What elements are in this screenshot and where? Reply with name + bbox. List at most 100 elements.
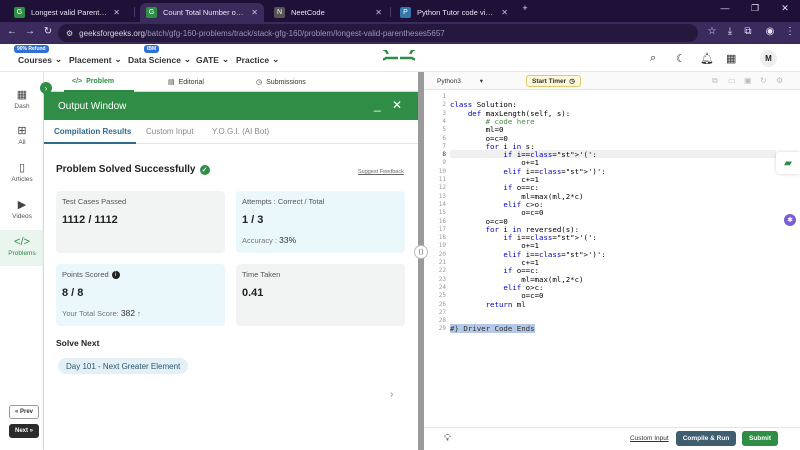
rail-item-problems[interactable]: </> Problems (0, 230, 44, 266)
rail-item-videos[interactable]: ▶ Videos (0, 198, 44, 228)
close-tab-icon[interactable]: ✕ (501, 8, 508, 17)
maximize-icon[interactable]: ❐ (740, 3, 770, 14)
url-input[interactable]: ⚙ geeksforgeeks.org/batch/gfg-160-proble… (58, 24, 698, 42)
solve-next-heading: Solve Next (56, 338, 100, 348)
copy-icon[interactable]: ⧉ (712, 76, 718, 86)
dark-mode-icon[interactable]: ☾ (676, 52, 686, 65)
gfg-favicon-icon: G (146, 7, 157, 18)
bookmark-star-icon[interactable]: ☆ (704, 26, 720, 37)
notification-bell-icon[interactable]: 🔔︎ (700, 52, 714, 65)
check-circle-icon: ✓ (199, 164, 210, 175)
line-number: 9 (442, 159, 446, 167)
line-number: 28 (438, 317, 446, 325)
chevron-down-icon: ▾ (479, 78, 483, 85)
minimize-icon[interactable]: — (710, 3, 740, 13)
submit-button[interactable]: Submit (742, 431, 778, 446)
line-number: 12 (438, 184, 446, 192)
paste-icon[interactable]: ▭ (728, 76, 736, 85)
tab-divider (390, 7, 391, 17)
output-window: Output Window _ ✕ Compilation Results Cu… (44, 92, 418, 450)
points-label: Points Scored (62, 270, 109, 279)
menu-icon[interactable]: ⋮ (782, 26, 798, 37)
suggest-feedback-link[interactable]: Suggest Feedback (358, 169, 404, 175)
profile-icon[interactable]: ◉ (762, 26, 778, 37)
nav-practice[interactable]: Practice ⌄ (236, 54, 279, 65)
apps-grid-icon[interactable]: ▦ (726, 52, 736, 65)
output-tabs: Compilation Results Custom Input Y.O.G.I… (44, 120, 418, 144)
line-number: 10 (438, 167, 446, 175)
tab-submissions[interactable]: ◷ Submissions (256, 78, 306, 87)
browser-tab-2[interactable]: G Count Total Number of Colored ✕ (140, 3, 264, 22)
points-card: Points Scored i 8 / 8 Your Total Score: … (56, 264, 225, 326)
format-icon[interactable]: ▣ (744, 76, 752, 85)
browser-tab-4[interactable]: P Python Tutor code visualizer: V ✕ (394, 3, 514, 22)
nav-gate[interactable]: GATE ⌄ (196, 54, 229, 65)
expand-panel-icon[interactable]: › (40, 82, 52, 94)
output-window-header: Output Window _ ✕ (44, 92, 418, 120)
total-score-row: Your Total Score: 382 ↑ (62, 308, 141, 318)
rail-item-dash[interactable]: ▦ Dash (0, 88, 44, 118)
site-info-icon[interactable]: ⚙ (66, 29, 73, 38)
line-number: 25 (438, 292, 446, 300)
chevron-right-icon[interactable]: › (390, 389, 393, 400)
output-window-title: Output Window (58, 101, 127, 112)
new-tab-button[interactable]: + (510, 3, 540, 13)
browser-tab-title: Count Total Number of Colored (163, 8, 246, 17)
start-timer-button[interactable]: Start Timer ◷ (526, 75, 581, 87)
nav-courses[interactable]: Courses ⌄ (18, 54, 62, 65)
custom-input-link[interactable]: Custom Input (630, 435, 669, 442)
card-label: Test Cases Passed (62, 197, 127, 206)
nav-data-science[interactable]: Data Science ⌄ (128, 54, 191, 65)
close-tab-icon[interactable]: ✕ (113, 8, 120, 17)
close-tab-icon[interactable]: ✕ (375, 8, 382, 17)
lightbulb-icon[interactable]: 💡︎ (444, 433, 451, 444)
card-value: 8 / 8 (62, 287, 84, 299)
tab-editorial[interactable]: ▤ Editorial (168, 78, 204, 87)
prev-button[interactable]: « Prev (9, 405, 39, 419)
line-number: 17 (438, 225, 446, 233)
forward-icon[interactable]: → (22, 26, 38, 37)
video-icon: ▶ (17, 199, 27, 211)
download-icon[interactable]: ⤓ (722, 26, 738, 37)
gfg-logo[interactable] (383, 50, 415, 66)
compile-run-button[interactable]: Compile & Run (676, 431, 736, 446)
extensions-icon[interactable]: ⧉ (740, 26, 756, 37)
rail-item-articles[interactable]: ▯ Articles (0, 161, 44, 191)
resize-handle-icon[interactable]: ⟨⟩ (414, 245, 428, 259)
code-editor[interactable]: class Solution: def maxLength(self, s): … (450, 90, 750, 430)
data-science-badge: IBM (144, 45, 160, 53)
close-icon[interactable]: ✕ (392, 98, 402, 112)
line-number: 15 (438, 209, 446, 217)
minimize-icon[interactable]: _ (374, 98, 381, 112)
ai-assistant-icon[interactable]: ✱ (784, 214, 796, 226)
tab-custom-input[interactable]: Custom Input (146, 127, 194, 136)
close-window-icon[interactable]: ✕ (770, 3, 800, 14)
book-icon: ▯ (18, 162, 26, 174)
language-select[interactable]: Python3 ▾ (432, 75, 488, 87)
reload-icon[interactable]: ↻ (40, 26, 56, 37)
avatar[interactable]: M (760, 50, 777, 67)
browser-tab-1[interactable]: G Longest valid Parentheses | Pra ✕ (8, 3, 126, 22)
tab-compilation-results[interactable]: Compilation Results (54, 127, 131, 136)
tab-yogi-ai-bot[interactable]: Y.O.G.I. (AI Bot) (212, 127, 269, 136)
back-icon[interactable]: ← (4, 26, 20, 37)
total-score-label: Your Total Score: (62, 309, 119, 318)
reset-icon[interactable]: ↻ (760, 76, 767, 85)
search-icon[interactable]: ⌕ (650, 52, 656, 65)
line-number: 16 (438, 217, 446, 225)
nav-placement[interactable]: Placement ⌄ (69, 54, 122, 65)
gfg-favicon-icon: G (14, 7, 25, 18)
browser-tab-title: Python Tutor code visualizer: V (417, 8, 495, 17)
site-navbar: 90% Refund Courses ⌄ Placement ⌄ IBM Data … (0, 44, 800, 72)
rail-label: Articles (11, 176, 33, 183)
next-problem-chip[interactable]: Day 101 - Next Greater Element (58, 358, 189, 374)
settings-icon[interactable]: ⚙ (776, 76, 783, 85)
chat-icon[interactable]: ▰ (776, 152, 800, 174)
tab-problem[interactable]: </> Problem (72, 78, 114, 85)
next-button[interactable]: Next » (9, 424, 39, 438)
editor-toolbar: Python3 ▾ Start Timer ◷ ⧉ ▭ ▣ ↻ ⚙ (424, 72, 800, 90)
info-icon[interactable]: i (111, 270, 120, 279)
browser-tab-3[interactable]: N NeetCode ✕ (268, 3, 388, 22)
rail-item-all[interactable]: ⊞ All (0, 124, 44, 154)
close-tab-icon[interactable]: ✕ (251, 8, 258, 17)
